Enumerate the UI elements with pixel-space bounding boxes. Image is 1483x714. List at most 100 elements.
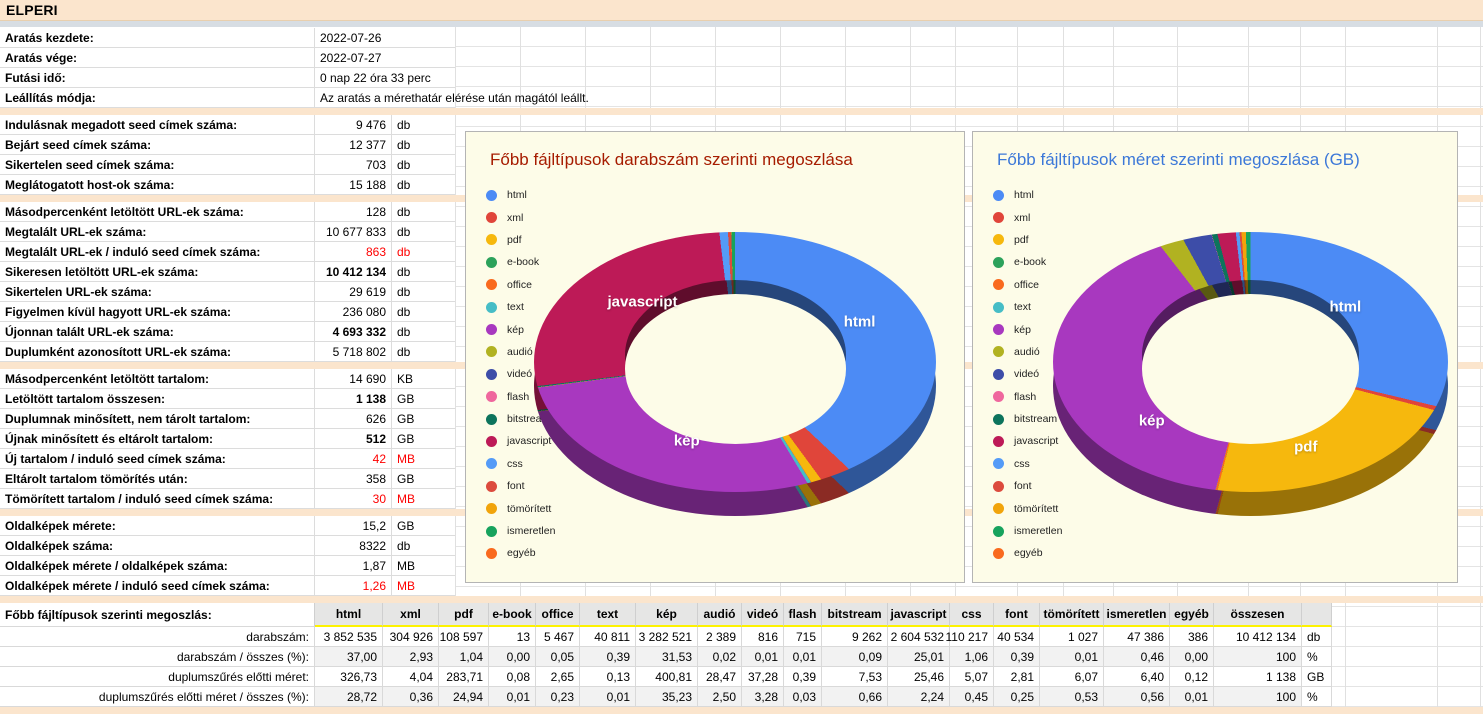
legend-swatch-text bbox=[993, 302, 1004, 313]
file-table-cell: 0,25 bbox=[994, 687, 1040, 707]
file-table-header-cell: xml bbox=[383, 603, 439, 627]
stat-row: Oldalképek mérete / induló seed címek sz… bbox=[0, 576, 455, 596]
legend-label: html bbox=[1014, 189, 1034, 201]
stat-unit: db bbox=[392, 282, 455, 301]
legend-swatch-kép bbox=[993, 324, 1004, 335]
stats-section: Másodpercenként letöltött URL-ek száma:1… bbox=[0, 202, 455, 362]
legend-swatch-audió bbox=[486, 346, 497, 357]
stat-unit: KB bbox=[392, 369, 455, 388]
file-table-cell: 2,65 bbox=[536, 667, 580, 687]
legend-swatch-bitstream bbox=[993, 414, 1004, 425]
legend-swatch-videó bbox=[486, 369, 497, 380]
stat-label: Leállítás módja: bbox=[0, 88, 315, 107]
stats-section: Indulásnak megadott seed címek száma:9 4… bbox=[0, 115, 455, 195]
stat-label: Aratás kezdete: bbox=[0, 28, 315, 47]
legend-swatch-flash bbox=[486, 391, 497, 402]
stat-label: Bejárt seed címek száma: bbox=[0, 135, 315, 154]
file-table-cell: 0,39 bbox=[784, 667, 822, 687]
stat-row: Oldalképek mérete:15,2GB bbox=[0, 516, 455, 536]
stat-value: 15,2 bbox=[315, 516, 392, 535]
legend-label: office bbox=[1014, 279, 1039, 291]
stat-value: Az aratás a mérethatár elérése után magá… bbox=[315, 88, 455, 107]
legend-swatch-bitstream bbox=[486, 414, 497, 425]
file-table-header-cell: pdf bbox=[439, 603, 489, 627]
stat-unit: db bbox=[392, 242, 455, 261]
stat-label: Új tartalom / induló seed címek száma: bbox=[0, 449, 315, 468]
file-table-header-cell: flash bbox=[784, 603, 822, 627]
legend-item: ismeretlen bbox=[993, 520, 1062, 542]
stat-row: Sikeresen letöltött URL-ek száma:10 412 … bbox=[0, 262, 455, 282]
file-table-cell: 0,56 bbox=[1104, 687, 1170, 707]
file-table-cell: 0,12 bbox=[1170, 667, 1214, 687]
file-table-cell: 0,00 bbox=[489, 647, 536, 667]
file-table-header-cell: videó bbox=[742, 603, 784, 627]
section-separator-band bbox=[0, 707, 1483, 714]
header-separator-band bbox=[0, 21, 1483, 27]
stat-unit: MB bbox=[392, 576, 455, 595]
file-table-header-row: Főbb fájltípusok szerinti megoszlás:html… bbox=[0, 603, 1332, 627]
file-table-row-label: duplumszűrés előtti méret: bbox=[0, 667, 315, 687]
legend-swatch-e-book bbox=[993, 257, 1004, 268]
stat-unit: GB bbox=[392, 429, 455, 448]
file-table-cell: 0,09 bbox=[822, 647, 888, 667]
legend-label: javascript bbox=[1014, 435, 1058, 447]
stat-label: Futási idő: bbox=[0, 68, 315, 87]
stat-row: Bejárt seed címek száma:12 377db bbox=[0, 135, 455, 155]
file-table-cell: 1 027 bbox=[1040, 627, 1104, 647]
stat-row: Megtalált URL-ek / induló seed címek szá… bbox=[0, 242, 455, 262]
section-separator-band bbox=[0, 596, 1483, 603]
legend-label: xml bbox=[1014, 212, 1030, 224]
stat-unit: db bbox=[392, 322, 455, 341]
stat-unit: db bbox=[392, 342, 455, 361]
file-table-cell: 5,07 bbox=[950, 667, 994, 687]
stat-label: Oldalképek mérete: bbox=[0, 516, 315, 535]
stat-unit: db bbox=[392, 175, 455, 194]
file-table-cell: 715 bbox=[784, 627, 822, 647]
stat-row: Megtalált URL-ek száma:10 677 833db bbox=[0, 222, 455, 242]
file-table-row-label: darabszám: bbox=[0, 627, 315, 647]
legend-label: xml bbox=[507, 212, 523, 224]
file-table-title: Főbb fájltípusok szerinti megoszlás: bbox=[0, 603, 315, 627]
stat-row: Aratás kezdete:2022-07-26 bbox=[0, 28, 455, 48]
file-type-table: Főbb fájltípusok szerinti megoszlás:html… bbox=[0, 603, 1332, 707]
slice-label-kép: kép bbox=[674, 432, 700, 449]
legend-swatch-audió bbox=[993, 346, 1004, 357]
stat-value: 0 nap 22 óra 33 perc bbox=[315, 68, 455, 87]
file-table-cell: 108 597 bbox=[439, 627, 489, 647]
legend-swatch-text bbox=[486, 302, 497, 313]
file-table-header-cell: összesen bbox=[1214, 603, 1302, 627]
stat-label: Újnak minősített és eltárolt tartalom: bbox=[0, 429, 315, 448]
legend-item: html bbox=[993, 184, 1062, 206]
file-table-row-label: duplumszűrés előtti méret / összes (%): bbox=[0, 687, 315, 707]
legend-swatch-html bbox=[486, 190, 497, 201]
file-table-cell: 1,04 bbox=[439, 647, 489, 667]
slice-label-html: html bbox=[1329, 299, 1361, 316]
stat-label: Indulásnak megadott seed címek száma: bbox=[0, 115, 315, 134]
legend-swatch-e-book bbox=[486, 257, 497, 268]
file-table-cell: 1,06 bbox=[950, 647, 994, 667]
file-table-cell: 1 138 bbox=[1214, 667, 1302, 687]
stat-label: Sikertelen seed címek száma: bbox=[0, 155, 315, 174]
stat-unit: db bbox=[392, 302, 455, 321]
legend-swatch-pdf bbox=[993, 234, 1004, 245]
file-table-row: duplumszűrés előtti méret:326,734,04283,… bbox=[0, 667, 1332, 687]
legend-label: font bbox=[507, 480, 525, 492]
file-table-row: darabszám:3 852 535304 926108 597135 467… bbox=[0, 627, 1332, 647]
donut-chart-size: htmlpdfkép bbox=[1053, 232, 1448, 522]
stat-value: 14 690 bbox=[315, 369, 392, 388]
stat-value: 2022-07-26 bbox=[315, 28, 455, 47]
stat-value: 1,87 bbox=[315, 556, 392, 575]
file-table-header-cell: font bbox=[994, 603, 1040, 627]
legend-item: egyéb bbox=[993, 542, 1062, 564]
stats-section: Oldalképek mérete:15,2GBOldalképek száma… bbox=[0, 516, 455, 596]
section-gap bbox=[0, 108, 455, 115]
file-table-row: duplumszűrés előtti méret / összes (%):2… bbox=[0, 687, 1332, 707]
file-table-cell: 2 389 bbox=[698, 627, 742, 647]
report-page: ELPERI Aratás kezdete:2022-07-26Aratás v… bbox=[0, 0, 1483, 714]
stat-row: Sikertelen seed címek száma:703db bbox=[0, 155, 455, 175]
stat-label: Másodpercenként letöltött tartalom: bbox=[0, 369, 315, 388]
file-table-cell: 13 bbox=[489, 627, 536, 647]
file-table-cell: 100 bbox=[1214, 647, 1302, 667]
file-table-cell: 25,46 bbox=[888, 667, 950, 687]
file-table-cell: 10 412 134 bbox=[1214, 627, 1302, 647]
